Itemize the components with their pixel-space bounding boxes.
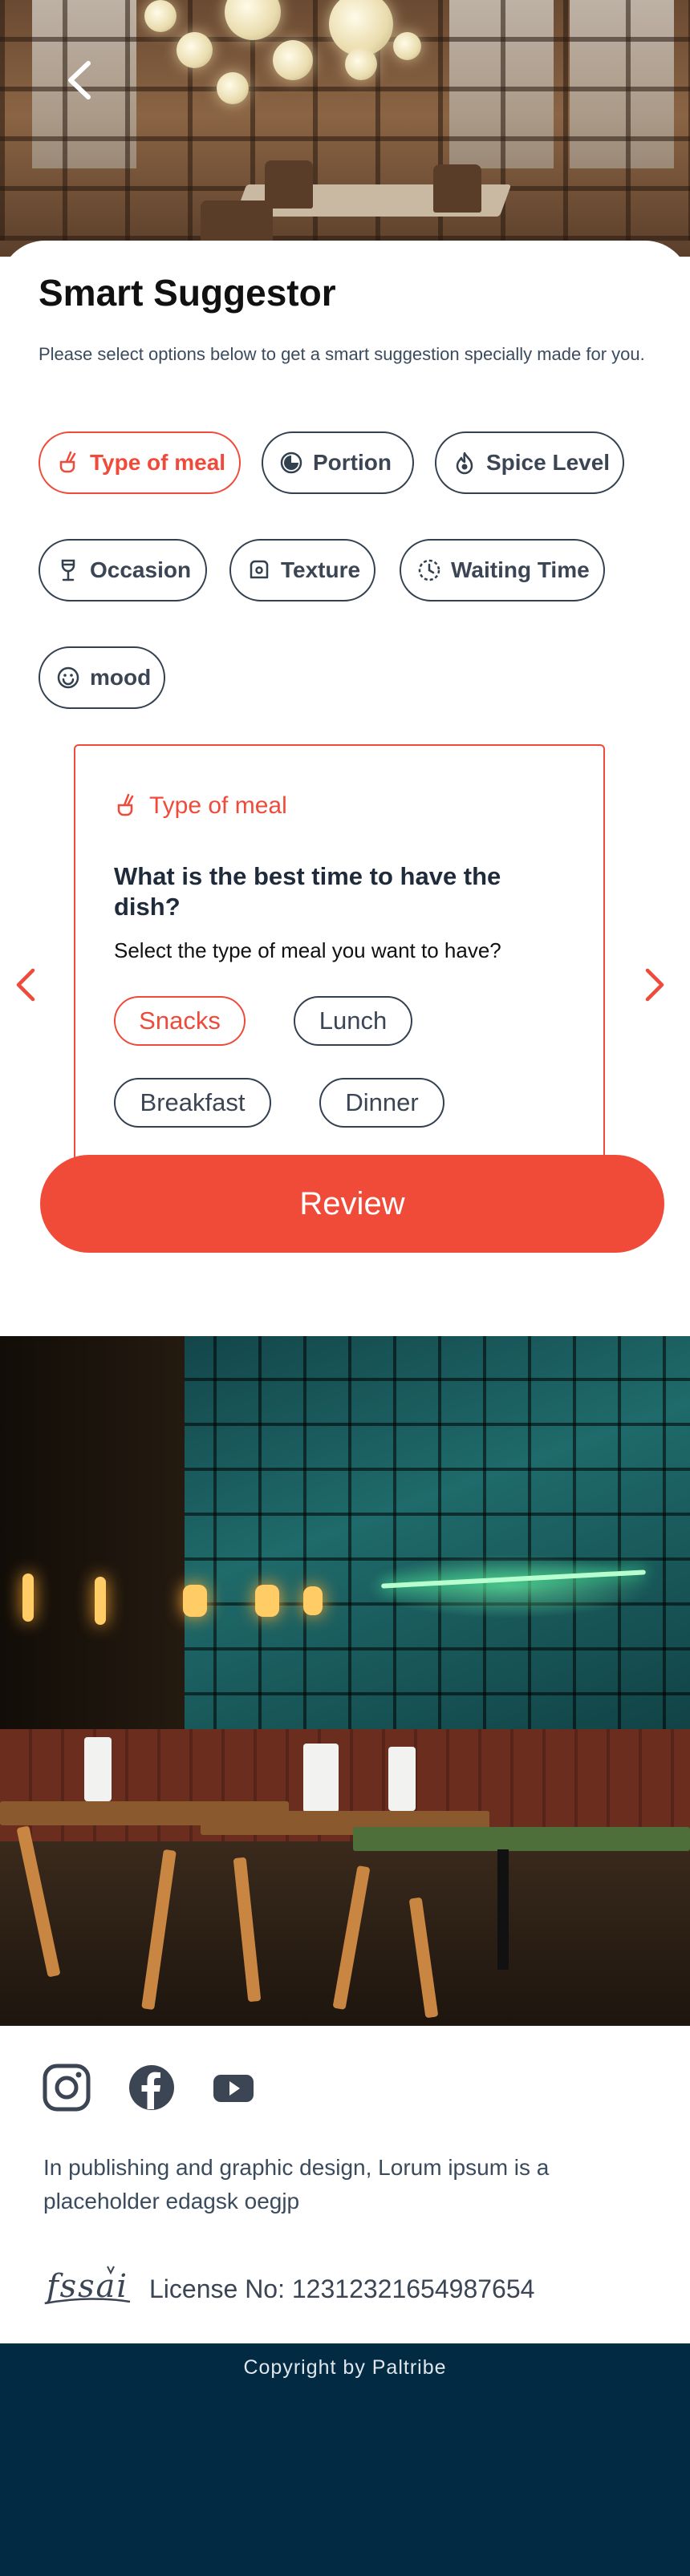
timer-icon [418,559,440,581]
bread-icon [250,560,269,579]
license-number: License No: 12312321654987654 [149,2274,535,2303]
chip-label: Portion [313,450,392,475]
panel-heading: Type of meal [114,792,287,820]
smiley-icon [57,666,79,689]
chip-portion[interactable]: Portion [262,431,414,494]
panel-instruction: Select the type of meal you want to have… [114,938,501,962]
chip-spice-level[interactable]: Spice Level [435,431,624,494]
youtube-link[interactable] [209,2063,258,2112]
next-arrow-button[interactable] [639,964,671,1006]
instagram-icon [43,2064,91,2112]
chip-label: mood [90,665,152,690]
option-dinner[interactable]: Dinner [319,1078,444,1128]
panel-heading-label: Type of meal [149,792,287,819]
facebook-link[interactable] [127,2063,177,2112]
instagram-link[interactable] [42,2063,91,2112]
prev-arrow-button[interactable] [10,964,42,1006]
back-button[interactable] [56,56,104,104]
option-snacks[interactable]: Snacks [114,996,246,1046]
option-lunch[interactable]: Lunch [294,996,412,1046]
hero-image [0,0,690,257]
fssai-logo: fssai [44,2266,131,2305]
panel-question: What is the best time to have the dish? [114,862,501,921]
youtube-icon [213,2075,254,2102]
meal-icon [117,793,134,816]
copyright-text: Copyright by Paltribe [243,2356,447,2379]
restaurant-photo [0,1336,690,2026]
chevron-right-icon [645,968,664,1002]
chip-label: Spice Level [486,450,611,475]
chip-label: Occasion [90,557,192,582]
page-title: Smart Suggestor [39,272,336,314]
chip-texture[interactable]: Texture [229,539,375,601]
chevron-left-icon [16,968,35,1002]
portion-icon [280,452,302,474]
flame-icon [456,452,473,475]
meal-icon [59,451,76,473]
chip-label: Type of meal [90,450,226,475]
chip-type-of-meal[interactable]: Type of meal [39,431,241,494]
chip-occasion[interactable]: Occasion [39,539,207,601]
review-button[interactable]: Review [40,1155,664,1253]
page-subtitle: Please select options below to get a sma… [39,344,645,364]
option-breakfast[interactable]: Breakfast [114,1078,271,1128]
chip-label: Texture [281,557,361,582]
footer-description: In publishing and graphic design, Lorum … [43,2155,550,2213]
chip-mood[interactable]: mood [39,646,165,709]
chip-waiting-time[interactable]: Waiting Time [400,539,605,601]
chip-label: Waiting Time [451,557,590,582]
facebook-icon [129,2065,174,2110]
glass-icon [61,559,75,581]
chevron-left-icon [68,61,91,99]
